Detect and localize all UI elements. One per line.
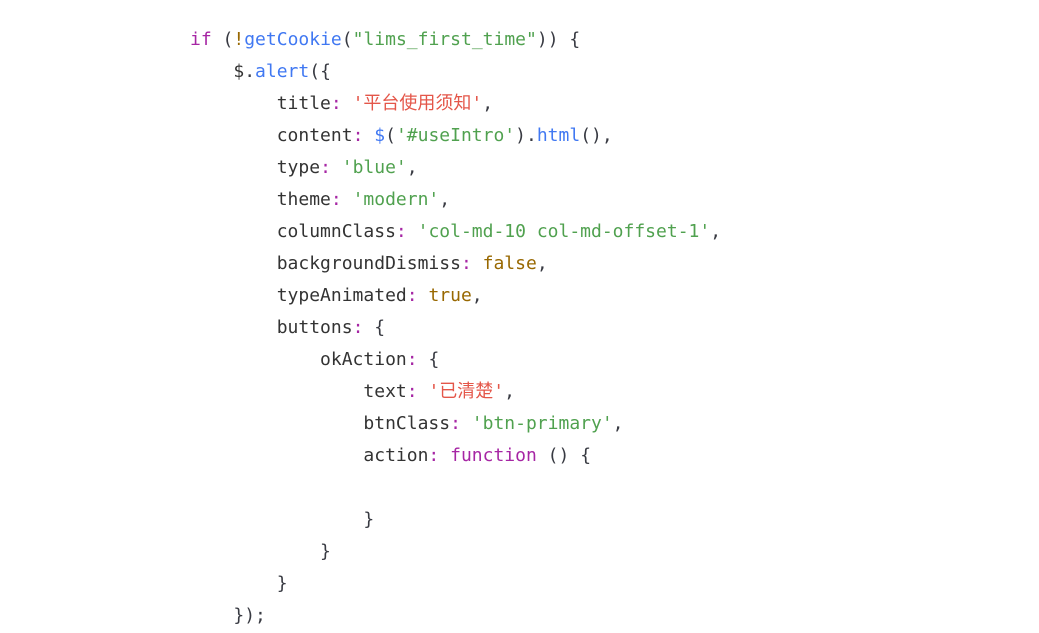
comma: , bbox=[472, 285, 483, 306]
colon: : bbox=[396, 221, 407, 242]
paren-open: ( bbox=[223, 29, 234, 50]
key-theme: theme bbox=[277, 189, 331, 210]
key-typeAnimated: typeAnimated bbox=[277, 285, 407, 306]
colon: : bbox=[331, 189, 342, 210]
key-action: action bbox=[363, 445, 428, 466]
brace-close: } bbox=[363, 509, 374, 530]
fn-dollar: $ bbox=[374, 125, 385, 146]
brace-open: { bbox=[428, 349, 439, 370]
colon: : bbox=[331, 93, 342, 114]
paren-close: ) bbox=[548, 29, 559, 50]
colon: : bbox=[320, 157, 331, 178]
key-okAction: okAction bbox=[320, 349, 407, 370]
fn-getCookie: getCookie bbox=[244, 29, 342, 50]
brace-close: } bbox=[277, 573, 288, 594]
paren-close: ) bbox=[244, 605, 255, 626]
key-btnClass: btnClass bbox=[363, 413, 450, 434]
colon: : bbox=[407, 349, 418, 370]
comma: , bbox=[407, 157, 418, 178]
paren-open: ( bbox=[385, 125, 396, 146]
string-cookie-name: "lims_first_time" bbox=[353, 29, 537, 50]
colon: : bbox=[428, 445, 439, 466]
comma: , bbox=[537, 253, 548, 274]
string-title: '平台使用须知' bbox=[353, 93, 483, 114]
fn-html: html bbox=[537, 125, 580, 146]
brace-open: { bbox=[569, 29, 580, 50]
semicolon: ; bbox=[255, 605, 266, 626]
string-col-class: 'col-md-10 col-md-offset-1' bbox=[418, 221, 711, 242]
jquery-identifier: $ bbox=[233, 61, 244, 82]
comma: , bbox=[602, 125, 613, 146]
paren-close: ) bbox=[591, 125, 602, 146]
brace-open: { bbox=[580, 445, 591, 466]
key-content: content bbox=[277, 125, 353, 146]
brace-open: { bbox=[320, 61, 331, 82]
string-ok-text: '已清楚' bbox=[428, 381, 504, 402]
comma: , bbox=[482, 93, 493, 114]
key-title: title bbox=[277, 93, 331, 114]
string-blue: 'blue' bbox=[342, 157, 407, 178]
operator-not: ! bbox=[233, 29, 244, 50]
key-text: text bbox=[363, 381, 406, 402]
key-columnClass: columnClass bbox=[277, 221, 396, 242]
colon: : bbox=[353, 317, 364, 338]
colon: : bbox=[461, 253, 472, 274]
dot: . bbox=[526, 125, 537, 146]
bool-true: true bbox=[428, 285, 471, 306]
bool-false: false bbox=[483, 253, 537, 274]
dot: . bbox=[244, 61, 255, 82]
keyword-function: function bbox=[450, 445, 537, 466]
string-btn-primary: 'btn-primary' bbox=[472, 413, 613, 434]
key-buttons: buttons bbox=[277, 317, 353, 338]
comma: , bbox=[710, 221, 721, 242]
paren-close: ) bbox=[537, 29, 548, 50]
colon: : bbox=[407, 285, 418, 306]
paren-open: ( bbox=[342, 29, 353, 50]
keyword-if: if bbox=[190, 29, 212, 50]
string-useIntro-selector: '#useIntro' bbox=[396, 125, 515, 146]
brace-open: { bbox=[374, 317, 385, 338]
comma: , bbox=[613, 413, 624, 434]
key-type: type bbox=[277, 157, 320, 178]
fn-alert: alert bbox=[255, 61, 309, 82]
paren-open: ( bbox=[309, 61, 320, 82]
colon: : bbox=[353, 125, 364, 146]
key-backgroundDismiss: backgroundDismiss bbox=[277, 253, 461, 274]
string-modern: 'modern' bbox=[353, 189, 440, 210]
paren-open: ( bbox=[548, 445, 559, 466]
brace-close: } bbox=[320, 541, 331, 562]
colon: : bbox=[407, 381, 418, 402]
brace-close: } bbox=[233, 605, 244, 626]
comma: , bbox=[504, 381, 515, 402]
comma: , bbox=[439, 189, 450, 210]
paren-close: ) bbox=[515, 125, 526, 146]
code-block: if (!getCookie("lims_first_time")) { $.a… bbox=[0, 0, 1039, 632]
paren-close: ) bbox=[559, 445, 570, 466]
colon: : bbox=[450, 413, 461, 434]
paren-open: ( bbox=[580, 125, 591, 146]
